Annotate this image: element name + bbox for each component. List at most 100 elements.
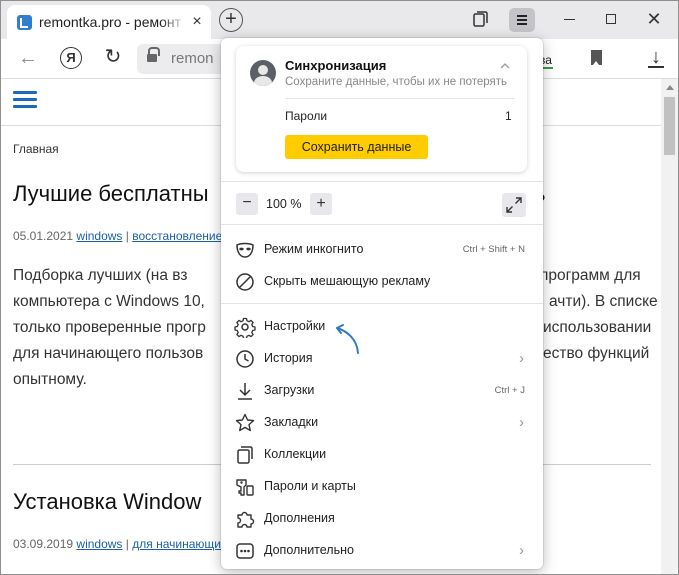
tab-strip: remontka.pro - ремонт × + ✕ — [1, 1, 678, 39]
chevron-right-icon: › — [519, 542, 524, 559]
new-tab-button[interactable]: + — [219, 8, 243, 32]
menu-item-label: Закладки — [264, 415, 319, 429]
menu-item-label: Дополнения — [264, 511, 335, 525]
save-data-button[interactable]: Сохранить данные — [285, 135, 428, 159]
article-meta: 03.09.2019 windows | для начинающи — [13, 537, 221, 551]
menu-item-label: Скрыть мешающую рекламу — [264, 274, 431, 288]
lock-icon — [147, 47, 160, 64]
excerpt-line: только проверенные прогр — [13, 319, 206, 336]
menu-item-incognito[interactable]: Режим инкогнито Ctrl + Shift + N — [221, 234, 543, 266]
menu-item-extensions[interactable]: Дополнения — [221, 503, 543, 535]
tab-title: remontka.pro - ремонт — [39, 14, 187, 32]
fullscreen-button[interactable] — [502, 193, 526, 217]
tag-link[interactable]: windows — [76, 229, 122, 243]
menu-divider — [221, 181, 543, 182]
excerpt-line: использовании — [543, 319, 652, 336]
site-menu-icon[interactable] — [13, 91, 37, 109]
chevron-up-icon[interactable] — [500, 60, 510, 70]
article-date: 03.09.2019 — [13, 537, 74, 551]
menu-item-label: История — [264, 351, 313, 365]
sync-title[interactable]: Синхронизация — [285, 58, 386, 73]
scrollbar-thumb[interactable] — [664, 97, 675, 155]
user-avatar-icon[interactable] — [250, 60, 276, 86]
menu-line-icon — [517, 23, 527, 25]
chevron-right-icon: › — [519, 414, 524, 431]
menu-item-label: Настройки — [264, 319, 326, 333]
menu-item-history[interactable]: История › — [221, 343, 543, 375]
menu-item-collections[interactable]: Коллекции — [221, 439, 543, 471]
tag-link[interactable]: восстановление — [132, 229, 222, 243]
collections-icon[interactable] — [471, 10, 489, 28]
browser-tab[interactable]: remontka.pro - ремонт × — [7, 5, 211, 39]
excerpt-line: программ для — [540, 267, 641, 284]
zoom-level: 100 % — [266, 197, 302, 211]
close-window-icon[interactable]: ✕ — [646, 10, 662, 28]
maximize-icon[interactable] — [606, 14, 616, 24]
back-arrow-icon[interactable]: ← — [17, 47, 39, 69]
breadcrumb[interactable]: Главная — [13, 142, 59, 156]
passwords-label: Пароли — [285, 109, 328, 123]
block-ads-icon — [234, 271, 256, 293]
menu-item-shortcut: Ctrl + Shift + N — [462, 244, 525, 255]
zoom-in-button[interactable]: + — [310, 193, 332, 215]
menu-divider — [221, 224, 543, 225]
tag-separator: | — [125, 537, 129, 551]
scroll-up-arrow-icon[interactable] — [666, 85, 674, 90]
menu-item-more[interactable]: Дополнительно › — [221, 535, 543, 567]
downloads-icon[interactable]: ↓ — [646, 47, 666, 69]
article-date: 05.01.2021 — [13, 229, 74, 243]
history-clock-icon — [234, 348, 256, 370]
menu-item-label: Коллекции — [264, 447, 327, 461]
annotation-arrow-icon — [336, 324, 359, 354]
menu-item-settings[interactable]: Настройки — [221, 311, 543, 343]
article-title[interactable]: Лучшие бесплатны — [13, 181, 209, 207]
incognito-mask-icon — [234, 239, 256, 261]
tag-separator: | — [125, 229, 129, 243]
sync-card: Синхронизация Сохраните данные, чтобы их… — [236, 46, 527, 172]
minimize-icon[interactable] — [564, 19, 575, 20]
bookmark-star-icon — [234, 412, 256, 434]
download-arrow-icon — [234, 380, 256, 402]
menu-item-bookmarks[interactable]: Закладки › — [221, 407, 543, 439]
excerpt-line: компьютера с Windows 10, — [13, 293, 205, 310]
tag-link[interactable]: для начинающи — [132, 537, 221, 551]
menu-item-downloads[interactable]: Загрузки Ctrl + J — [221, 375, 543, 407]
sync-divider — [285, 98, 515, 99]
excerpt-line: ачти). В списке — [549, 293, 658, 310]
fullscreen-icon — [506, 197, 522, 213]
excerpt-line: опытному. — [13, 371, 87, 388]
excerpt-line: для начинающего пользов — [13, 345, 204, 362]
settings-gear-icon — [234, 316, 256, 340]
address-bar[interactable]: remon — [137, 44, 227, 74]
puzzle-icon — [234, 508, 256, 530]
bookmark-icon[interactable] — [591, 50, 602, 65]
menu-line-icon — [517, 19, 527, 21]
excerpt-line: ество функций — [543, 345, 650, 362]
menu-item-label: Дополнительно — [264, 543, 354, 557]
menu-item-hide-ads[interactable]: Скрыть мешающую рекламу — [221, 266, 543, 298]
sync-subtitle: Сохраните данные, чтобы их не потерять — [285, 76, 508, 88]
tag-link[interactable]: windows — [76, 537, 122, 551]
chevron-right-icon: › — [519, 350, 524, 367]
article-title[interactable]: Установка Window — [13, 489, 201, 515]
collections-icon — [234, 444, 256, 466]
key-icon — [234, 476, 256, 498]
more-dots-icon — [234, 540, 256, 562]
article-meta: 05.01.2021 windows | восстановление — [13, 229, 222, 243]
yandex-logo-icon[interactable]: Я — [60, 47, 82, 69]
menu-line-icon — [517, 15, 527, 17]
site-favicon-icon — [17, 15, 32, 30]
excerpt-line: Подборка лучших (на вз — [13, 267, 188, 284]
browser-window: remontka.pro - ремонт × + ✕ ← Я ↻ remon … — [0, 0, 679, 575]
passwords-count: 1 — [505, 109, 512, 123]
tab-close-icon[interactable]: × — [189, 14, 205, 30]
address-text: remon — [171, 50, 214, 67]
menu-divider — [221, 303, 543, 304]
zoom-out-button[interactable]: − — [236, 193, 258, 215]
vertical-scrollbar[interactable] — [661, 79, 678, 574]
browser-main-menu: Синхронизация Сохраните данные, чтобы их… — [221, 38, 543, 569]
reload-icon[interactable]: ↻ — [102, 46, 124, 68]
menu-item-passwords[interactable]: Пароли и карты — [221, 471, 543, 503]
menu-item-label: Загрузки — [264, 383, 315, 397]
main-menu-button[interactable] — [509, 8, 535, 32]
